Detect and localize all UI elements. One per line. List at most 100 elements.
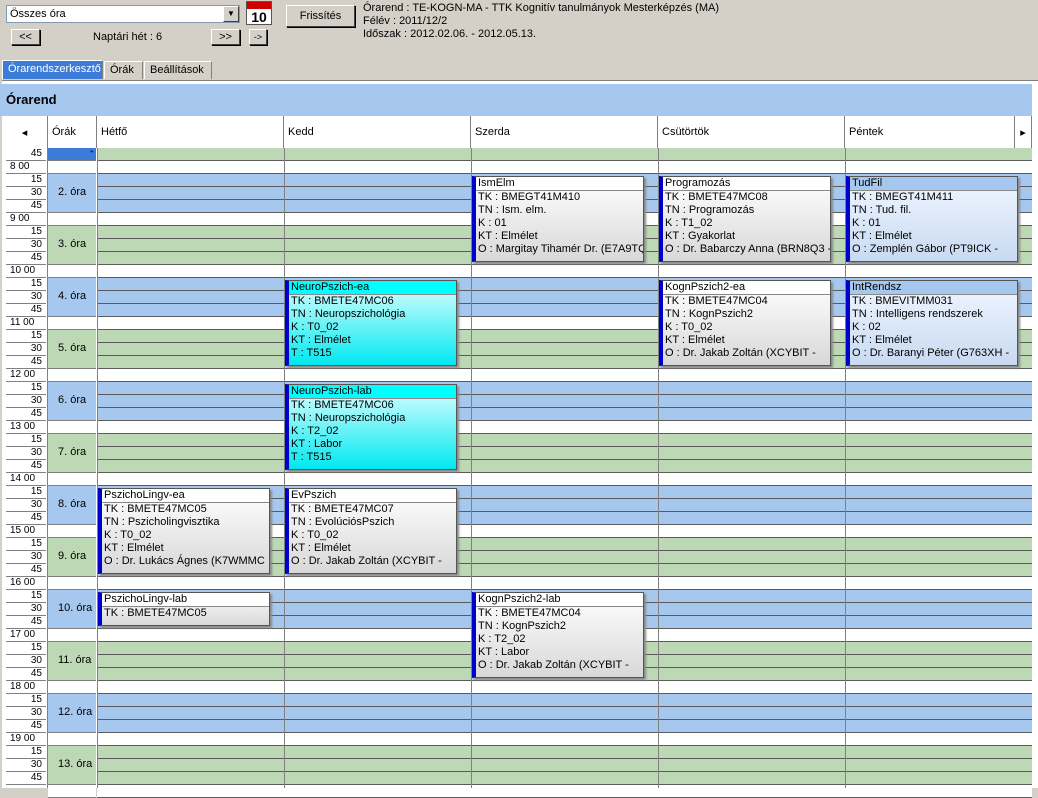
lesson-label: 13. óra [48,746,96,785]
course-detail: TN : Programozás [665,204,755,216]
course-block[interactable]: PszichoLingv-lab TK : BMETE47MC05 [98,592,270,626]
minute-label: 30 [6,655,46,668]
schedule-row[interactable] [97,460,1032,473]
prev-week-button[interactable]: << [11,29,40,45]
schedule-row[interactable] [97,694,1032,707]
lesson-label: 6. óra [48,382,96,421]
scroll-left-arrow[interactable]: ◂ [2,116,48,148]
course-detail: KT : Elmélet [291,542,351,554]
schedule-row[interactable] [97,772,1032,785]
lesson-gap [48,733,96,746]
schedule-row[interactable] [97,447,1032,460]
course-detail: O : Dr. Baranyi Péter (G763XH - [852,347,1010,359]
scroll-right-arrow[interactable]: ▸ [1015,116,1032,148]
course-detail: TN : Neuropszichológia [291,412,406,424]
minute-label: 30 [6,343,46,356]
course-title: IsmElm [476,177,643,191]
course-title: EvPszich [289,489,456,503]
minute-label: 30 [6,499,46,512]
course-block[interactable]: TudFil TK : BMEGT41M411 TN : Tud. fil. K : … [846,176,1018,262]
lesson-gap [48,265,96,278]
tab-lessons[interactable]: Órák [104,61,143,79]
week-label: Naptári hét : 6 [93,31,163,43]
hour-label: 17 00 [6,629,46,642]
lesson-gap [48,577,96,590]
course-detail: K : T2_02 [478,633,526,645]
calendar-icon[interactable]: 10 [246,1,272,25]
schedule-row [97,148,1032,161]
minute-label: 45 [6,200,46,213]
schedule-row[interactable] [97,707,1032,720]
minute-label: 45 [6,720,46,733]
minute-label: 15 [6,382,46,395]
course-detail: TK : BMETE47MC07 [291,503,394,515]
course-title: PszichoLingv-ea [102,489,269,503]
lesson-gap [48,681,96,694]
schedule-row[interactable] [97,382,1032,395]
course-block[interactable]: PszichoLingv-ea TK : BMETE47MC05 TN : Pszi… [98,488,270,574]
tab-timetable-editor[interactable]: Órarendszerkesztő [2,60,103,79]
hour-label: 9 00 [6,213,46,226]
minute-label: 45 [6,460,46,473]
schedule-row[interactable] [97,733,1032,746]
hour-label: 14 00 [6,473,46,486]
lesson-gap [48,473,96,486]
course-title: PszichoLingv-lab [102,593,269,607]
course-block[interactable]: NeuroPszich-ea TK : BMETE47MC06 TN : Neuro… [285,280,457,366]
schedule-row[interactable] [97,681,1032,694]
minute-label: 15 [6,226,46,239]
hour-label: 8 00 [6,161,46,174]
course-detail: KT : Labor [478,646,530,658]
lesson-gap [48,421,96,434]
course-detail: KT : Elmélet [104,542,164,554]
schedule-row[interactable] [97,408,1032,421]
course-detail: O : Dr. Jakab Zoltán (XCYBIT - [665,347,816,359]
schedule-row[interactable] [97,395,1032,408]
lesson-label: 8. óra [48,486,96,525]
course-detail: O : Zemplén Gábor (PT9ICK - [852,243,999,255]
course-detail: O : Dr. Jakab Zoltán (XCYBIT - [478,659,629,671]
day-header-wednesday: Szerda [471,116,658,148]
schedule-row[interactable] [97,421,1032,434]
schedule-row[interactable] [97,759,1032,772]
view-select[interactable]: Összes óra ▼ [6,5,240,23]
minute-label: 30 [6,759,46,772]
schedule-row[interactable] [97,434,1032,447]
schedule-row[interactable] [97,369,1032,382]
course-detail: TK : BMETE47MC06 [291,295,394,307]
schedule-row[interactable] [97,265,1032,278]
course-block[interactable]: KognPszich2-ea TK : BMETE47MC04 TN : KognP… [659,280,831,366]
go-button[interactable]: -> [249,29,267,45]
course-detail: K : 01 [478,217,507,229]
course-block[interactable]: NeuroPszich-lab TK : BMETE47MC06 TN : Neur… [285,384,457,470]
schedule-row[interactable] [97,720,1032,733]
hour-label: 16 00 [6,577,46,590]
course-block[interactable]: IsmElm TK : BMEGT41M410 TN : Ism. elm. K : … [472,176,644,262]
schedule-row[interactable] [97,161,1032,174]
refresh-button[interactable]: Frissítés [286,5,355,27]
tab-settings[interactable]: Beállítások [144,61,212,79]
course-detail: KT : Elmélet [852,334,912,346]
schedule-row[interactable] [97,746,1032,759]
collapse-up-icon[interactable]: ⌃ [88,149,96,160]
minute-label: 45 [6,512,46,525]
next-week-button[interactable]: >> [211,29,240,45]
minute-label: 45 [6,772,46,785]
minute-label: 15 [6,330,46,343]
schedule-row[interactable] [97,785,1032,798]
minute-label: 15 [6,278,46,291]
course-block[interactable]: IntRendsz TK : BMEVITMM031 TN : Intelligen… [846,280,1018,366]
course-title: NeuroPszich-lab [289,385,456,399]
chevron-down-icon[interactable]: ▼ [223,6,239,22]
lesson-gap [48,629,96,642]
course-block[interactable]: EvPszich TK : BMETE47MC07 TN : EvolúciósPs… [285,488,457,574]
course-block[interactable]: Programozás TK : BMETE47MC08 TN : Programo… [659,176,831,262]
calendar-day: 10 [251,9,267,25]
grid-divider [47,148,48,788]
minute-label: 15 [6,486,46,499]
course-block[interactable]: KognPszich2-lab TK : BMETE47MC04 TN : Kogn… [472,592,644,678]
minute-label: 15 [6,746,46,759]
minute-label: 45 [6,304,46,317]
schedule-row[interactable] [97,577,1032,590]
schedule-row[interactable] [97,473,1032,486]
